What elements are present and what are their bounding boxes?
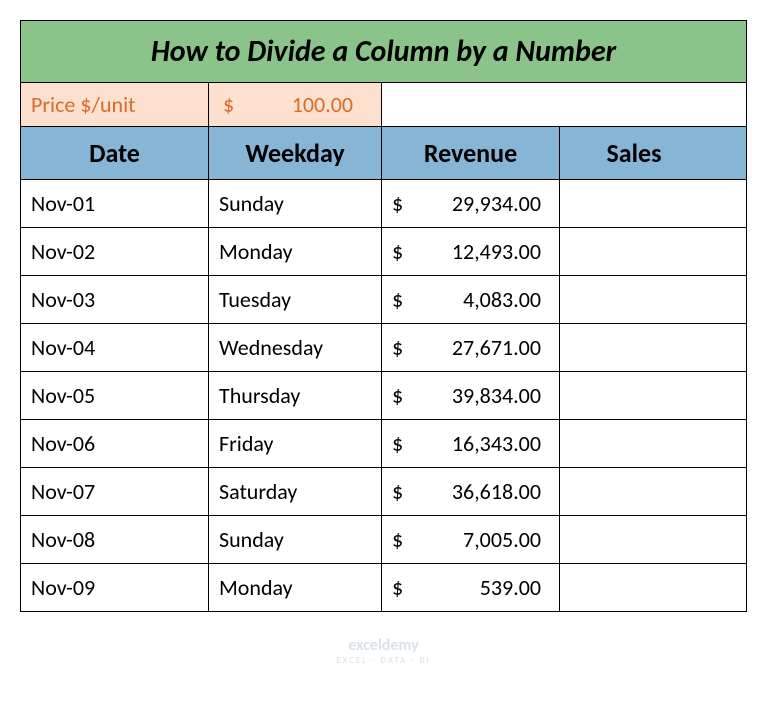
- currency-symbol: $: [392, 190, 403, 217]
- header-weekday: Weekday: [209, 127, 382, 179]
- price-empty-cell: [382, 83, 746, 126]
- currency-symbol: $: [392, 286, 403, 313]
- cell-sales: [560, 324, 708, 371]
- header-sales: Sales: [560, 127, 708, 179]
- revenue-amount: 12,493.00: [405, 238, 549, 265]
- cell-date: Nov-06: [21, 420, 209, 467]
- revenue-amount: 7,005.00: [405, 526, 549, 553]
- table-row: Nov-04Wednesday$27,671.00: [21, 324, 746, 372]
- title-row: How to Divide a Column by a Number: [21, 21, 746, 83]
- cell-date: Nov-04: [21, 324, 209, 371]
- currency-symbol: $: [392, 526, 403, 553]
- table-row: Nov-09Monday$ 539.00: [21, 564, 746, 611]
- table-row: Nov-02Monday$12,493.00: [21, 228, 746, 276]
- spreadsheet-table: How to Divide a Column by a Number Price…: [20, 20, 747, 612]
- revenue-amount: 539.00: [405, 574, 549, 601]
- cell-weekday: Tuesday: [209, 276, 382, 323]
- revenue-amount: 29,934.00: [405, 190, 549, 217]
- cell-revenue: $16,343.00: [382, 420, 560, 467]
- cell-revenue: $39,834.00: [382, 372, 560, 419]
- data-body: Nov-01Sunday$29,934.00Nov-02Monday$12,49…: [21, 180, 746, 611]
- cell-date: Nov-08: [21, 516, 209, 563]
- cell-sales: [560, 276, 708, 323]
- revenue-amount: 4,083.00: [405, 286, 549, 313]
- header-date: Date: [21, 127, 209, 179]
- price-amount: 100.00: [292, 91, 371, 118]
- cell-date: Nov-03: [21, 276, 209, 323]
- cell-sales: [560, 420, 708, 467]
- cell-revenue: $36,618.00: [382, 468, 560, 515]
- table-row: Nov-07Saturday$36,618.00: [21, 468, 746, 516]
- currency-symbol: $: [392, 382, 403, 409]
- cell-weekday: Wednesday: [209, 324, 382, 371]
- header-revenue: Revenue: [382, 127, 560, 179]
- table-row: Nov-08Sunday$ 7,005.00: [21, 516, 746, 564]
- cell-weekday: Sunday: [209, 180, 382, 227]
- cell-sales: [560, 564, 708, 611]
- cell-weekday: Sunday: [209, 516, 382, 563]
- cell-sales: [560, 228, 708, 275]
- currency-symbol: $: [392, 430, 403, 457]
- cell-revenue: $27,671.00: [382, 324, 560, 371]
- cell-revenue: $29,934.00: [382, 180, 560, 227]
- cell-date: Nov-07: [21, 468, 209, 515]
- table-row: Nov-05Thursday$39,834.00: [21, 372, 746, 420]
- cell-weekday: Monday: [209, 564, 382, 611]
- cell-weekday: Thursday: [209, 372, 382, 419]
- cell-date: Nov-09: [21, 564, 209, 611]
- cell-sales: [560, 468, 708, 515]
- currency-symbol: $: [392, 238, 403, 265]
- cell-sales: [560, 516, 708, 563]
- cell-revenue: $ 4,083.00: [382, 276, 560, 323]
- table-row: Nov-01Sunday$29,934.00: [21, 180, 746, 228]
- price-value-cell: $ 100.00: [209, 83, 382, 126]
- currency-symbol: $: [392, 334, 403, 361]
- table-row: Nov-03Tuesday$ 4,083.00: [21, 276, 746, 324]
- cell-date: Nov-01: [21, 180, 209, 227]
- revenue-amount: 27,671.00: [405, 334, 549, 361]
- price-row: Price $/unit $ 100.00: [21, 83, 746, 127]
- table-row: Nov-06Friday$16,343.00: [21, 420, 746, 468]
- cell-revenue: $12,493.00: [382, 228, 560, 275]
- cell-weekday: Saturday: [209, 468, 382, 515]
- cell-revenue: $ 539.00: [382, 564, 560, 611]
- cell-weekday: Monday: [209, 228, 382, 275]
- cell-sales: [560, 180, 708, 227]
- page-title: How to Divide a Column by a Number: [151, 33, 616, 70]
- column-header-row: Date Weekday Revenue Sales: [21, 127, 746, 180]
- revenue-amount: 16,343.00: [405, 430, 549, 457]
- cell-revenue: $ 7,005.00: [382, 516, 560, 563]
- revenue-amount: 36,618.00: [405, 478, 549, 505]
- cell-date: Nov-05: [21, 372, 209, 419]
- cell-date: Nov-02: [21, 228, 209, 275]
- cell-weekday: Friday: [209, 420, 382, 467]
- watermark-brand: exceldemy: [336, 636, 430, 655]
- currency-symbol: $: [392, 478, 403, 505]
- cell-sales: [560, 372, 708, 419]
- price-label-cell: Price $/unit: [21, 83, 209, 126]
- price-currency-symbol: $: [219, 91, 234, 118]
- watermark: exceldemy EXCEL · DATA · BI: [336, 636, 430, 666]
- revenue-amount: 39,834.00: [405, 382, 549, 409]
- currency-symbol: $: [392, 574, 403, 601]
- watermark-tagline: EXCEL · DATA · BI: [336, 655, 430, 666]
